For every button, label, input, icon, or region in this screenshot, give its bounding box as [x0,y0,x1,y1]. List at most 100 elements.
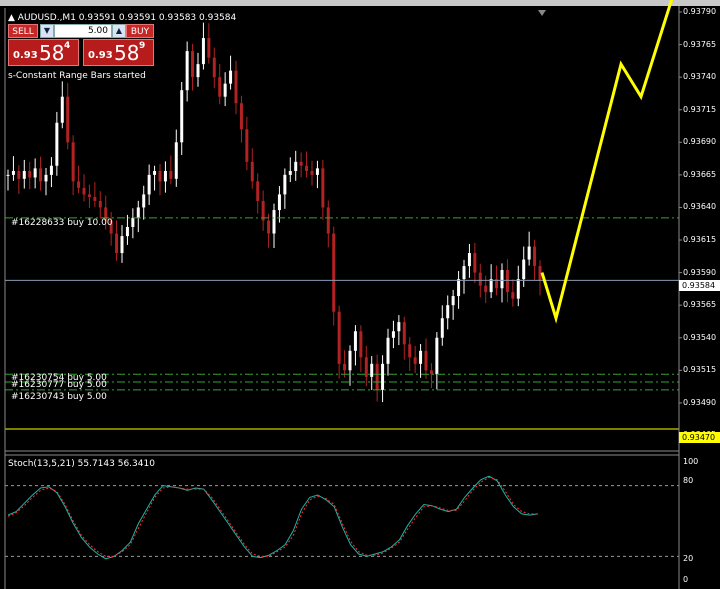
price-bar [294,161,298,171]
price-bar [343,363,347,371]
price-bar [305,165,309,171]
price-bar [397,322,401,332]
price-axis-tick: 0.93640 [683,202,717,212]
sell-price-pips: 58 [39,41,65,65]
price-bar [22,170,26,179]
price-axis-tick: 0.93540 [683,332,717,342]
price-axis-tick: 0.93765 [683,39,717,49]
buy-price-pips: 58 [114,41,140,65]
price-bar [71,142,75,182]
price-bar [229,70,233,84]
price-bar [375,363,379,390]
price-bar [17,170,21,179]
price-axis-tick: 0.93565 [683,300,717,310]
price-bar [533,246,537,267]
price-bar [386,337,390,364]
price-bar [370,363,374,377]
price-bar [337,311,341,364]
order-label[interactable]: #16228633 buy 10.00 [11,218,113,228]
stochastic-label: Stoch(13,5,21) 55.7143 56.3410 [8,459,155,469]
price-bar [223,83,227,97]
price-bar [28,170,32,178]
price-bar [348,350,352,371]
price-bar [39,168,43,182]
symbol-info: ▲ AUDUSD.,M1 0.93591 0.93591 0.93583 0.9… [8,13,236,23]
yellow-level-tag: 0.93470 [679,432,720,443]
price-bar [201,38,205,65]
yellow-projection-line[interactable] [540,0,676,324]
price-bar [158,170,162,182]
price-bar [207,38,211,58]
price-bar [11,170,15,175]
price-bar [467,253,471,267]
price-axis-tick: 0.93615 [683,235,717,245]
buy-button[interactable]: BUY [126,24,154,38]
price-bar [505,270,509,293]
price-bar [87,194,91,198]
price-bar [511,292,515,299]
price-bar [180,90,184,143]
price-bar [256,181,260,201]
price-bar [163,170,167,182]
price-bar [66,96,70,143]
price-bar [326,207,330,234]
sell-button[interactable]: SELL [8,24,38,38]
buy-price-box[interactable]: 0.93 58 9 [83,39,154,66]
price-axis-tick: 0.93690 [683,137,717,147]
price-bar [462,266,466,280]
price-bar [451,296,455,306]
price-bar [136,207,140,218]
price-bar [49,165,53,175]
stoch-axis-tick: 80 [683,476,694,485]
price-bar [245,129,249,162]
price-bar [98,200,102,208]
lot-decrease-icon[interactable]: ▼ [40,24,54,38]
collapse-triangle-icon[interactable]: ▲ [8,13,15,23]
sell-price-box[interactable]: 0.93 58 4 [8,39,79,66]
price-bar [212,57,216,78]
lot-increase-icon[interactable]: ▲ [112,24,126,38]
price-bar [516,279,520,299]
lot-size-input[interactable]: 5.00 [54,24,112,38]
stoch-axis-tick: 0 [683,575,689,584]
price-bar [473,253,477,273]
price-bar [60,96,64,123]
price-bar [191,51,195,78]
sell-price-fraction: 4 [64,41,71,51]
buy-price-fraction: 9 [139,41,146,51]
price-bar [115,233,119,254]
price-bar [402,322,406,345]
chart-window[interactable]: ▲ AUDUSD.,M1 0.93591 0.93591 0.93583 0.9… [0,0,720,589]
price-bar [82,187,86,195]
price-bar [315,168,319,175]
price-bar [147,174,151,195]
price-bar [234,70,238,104]
price-bar [33,168,37,178]
buy-price-prefix: 0.93 [88,50,113,61]
chart-canvas[interactable] [0,0,720,589]
price-axis-tick: 0.93590 [683,267,717,277]
price-bar [381,363,385,390]
order-label[interactable]: #16230743 buy 5.00 [11,392,107,402]
price-axis-tick: 0.93515 [683,365,717,375]
price-bar [391,331,395,338]
order-label[interactable]: #16230777 buy 5.00 [11,380,107,390]
price-bar [196,64,200,78]
symbol-ohlc-text: AUDUSD.,M1 0.93591 0.93591 0.93583 0.935… [17,13,237,23]
price-bar [93,197,97,201]
price-bar [239,103,243,130]
price-bar [500,270,504,289]
price-bar [267,220,271,234]
price-bar [478,272,482,286]
price-axis-tick: 0.93665 [683,169,717,179]
price-bar [353,331,357,351]
price-bar [277,194,281,211]
price-bar [413,357,417,364]
price-bar [125,227,129,237]
shift-marker-icon[interactable] [538,10,546,16]
price-bar [424,350,428,371]
price-bar [6,174,10,176]
sell-price-prefix: 0.93 [13,50,38,61]
price-bar [408,344,412,358]
price-bar [174,142,178,179]
